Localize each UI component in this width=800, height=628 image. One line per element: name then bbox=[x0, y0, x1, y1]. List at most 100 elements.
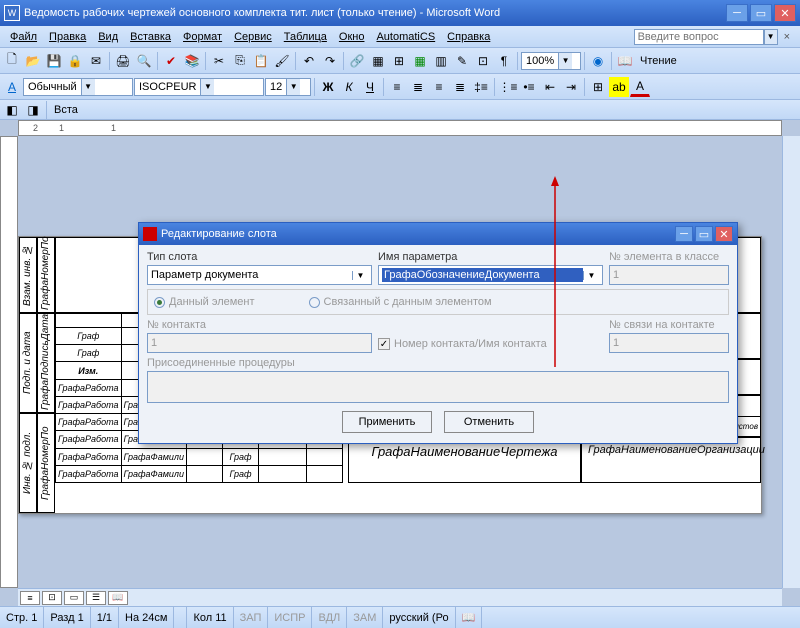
undo-icon[interactable]: ↶ bbox=[299, 51, 319, 71]
bullets-icon[interactable]: •≡ bbox=[519, 77, 539, 97]
dialog-maximize-button[interactable]: ▭ bbox=[695, 226, 713, 242]
highlight-icon[interactable]: ab bbox=[609, 77, 629, 97]
justify-icon[interactable]: ≣ bbox=[450, 77, 470, 97]
menu-file[interactable]: Файл bbox=[4, 29, 43, 45]
menu-tools[interactable]: Сервис bbox=[228, 29, 278, 45]
menu-view[interactable]: Вид bbox=[92, 29, 124, 45]
dialog-titlebar[interactable]: Редактирование слота ─ ▭ ✕ bbox=[139, 223, 737, 245]
decrease-indent-icon[interactable]: ⇤ bbox=[540, 77, 560, 97]
research-icon[interactable]: 📚 bbox=[182, 51, 202, 71]
vertical-ruler[interactable] bbox=[0, 136, 18, 588]
horizontal-ruler[interactable]: 2 1 1 bbox=[18, 120, 782, 136]
font-combo[interactable]: ISOCPEUR▼ bbox=[134, 78, 264, 96]
side-label: Инв. № подл. bbox=[19, 413, 37, 513]
tables-borders-icon[interactable]: ▦ bbox=[368, 51, 388, 71]
columns-icon[interactable]: ▥ bbox=[431, 51, 451, 71]
align-right-icon[interactable]: ≡ bbox=[429, 77, 449, 97]
doc-map-icon[interactable]: ⊡ bbox=[473, 51, 493, 71]
menu-table[interactable]: Таблица bbox=[278, 29, 333, 45]
menu-edit[interactable]: Правка bbox=[43, 29, 92, 45]
permission-icon[interactable]: 🔒 bbox=[65, 51, 85, 71]
dialog-close-button[interactable]: ✕ bbox=[715, 226, 733, 242]
open-icon[interactable]: 📂 bbox=[23, 51, 43, 71]
redo-icon[interactable]: ↷ bbox=[320, 51, 340, 71]
increase-indent-icon[interactable]: ⇥ bbox=[561, 77, 581, 97]
cut-icon[interactable]: ✂ bbox=[209, 51, 229, 71]
custom-icon-2[interactable]: ◨ bbox=[23, 100, 43, 120]
vertical-scrollbar[interactable] bbox=[782, 136, 800, 588]
print-icon[interactable]: 🖨 bbox=[113, 51, 133, 71]
format-painter-icon[interactable]: 🖌 bbox=[272, 51, 292, 71]
param-name-select[interactable]: ГрафаОбозначениеДокумента▼ bbox=[378, 265, 603, 285]
status-rec[interactable]: ЗАП bbox=[234, 607, 269, 628]
new-doc-icon[interactable]: 🗋 bbox=[2, 51, 22, 71]
style-combo[interactable]: Обычный▼ bbox=[23, 78, 133, 96]
status-trk[interactable]: ИСПР bbox=[268, 607, 312, 628]
menu-help[interactable]: Справка bbox=[441, 29, 496, 45]
align-left-icon[interactable]: ≡ bbox=[387, 77, 407, 97]
contact-name-checkbox: ✓ bbox=[378, 338, 390, 350]
cancel-button[interactable]: Отменить bbox=[444, 411, 534, 433]
spelling-icon[interactable]: ✔ bbox=[161, 51, 181, 71]
slot-type-select[interactable]: Параметр документа▼ bbox=[147, 265, 372, 285]
custom-icon-1[interactable]: ◧ bbox=[2, 100, 22, 120]
procedures-label: Присоединенные процедуры bbox=[147, 357, 729, 369]
bold-icon[interactable]: Ж bbox=[318, 77, 338, 97]
horizontal-scrollbar[interactable]: ≡ ⊡ ▭ ☰ 📖 bbox=[18, 588, 782, 606]
italic-icon[interactable]: К bbox=[339, 77, 359, 97]
close-button[interactable]: ✕ bbox=[774, 4, 796, 22]
class-elem-label: № элемента в классе bbox=[609, 251, 729, 263]
minimize-button[interactable]: ─ bbox=[726, 4, 748, 22]
status-spellcheck-icon[interactable]: 📖 bbox=[456, 607, 483, 628]
font-color-icon[interactable]: A bbox=[630, 77, 650, 97]
underline-icon[interactable]: Ч bbox=[360, 77, 380, 97]
copy-icon[interactable]: ⎘ bbox=[230, 51, 250, 71]
menubar: Файл Правка Вид Вставка Формат Сервис Та… bbox=[0, 26, 800, 48]
insert-table-icon[interactable]: ⊞ bbox=[389, 51, 409, 71]
menu-insert[interactable]: Вставка bbox=[124, 29, 177, 45]
help-question-input[interactable] bbox=[634, 29, 764, 45]
hyperlink-icon[interactable]: 🔗 bbox=[347, 51, 367, 71]
status-at: На 24см bbox=[119, 607, 174, 628]
apply-button[interactable]: Применить bbox=[342, 411, 432, 433]
contact-name-label: Номер контакта/Имя контакта bbox=[394, 338, 547, 350]
view-web-icon[interactable]: ⊡ bbox=[42, 591, 62, 605]
view-print-icon[interactable]: ▭ bbox=[64, 591, 84, 605]
reading-layout-icon[interactable]: 📖 bbox=[615, 51, 635, 71]
numbering-icon[interactable]: ⋮≡ bbox=[498, 77, 518, 97]
save-icon[interactable]: 💾 bbox=[44, 51, 64, 71]
align-center-icon[interactable]: ≣ bbox=[408, 77, 428, 97]
maximize-button[interactable]: ▭ bbox=[750, 4, 772, 22]
preview-icon[interactable]: 🔍 bbox=[134, 51, 154, 71]
view-reading-icon[interactable]: 📖 bbox=[108, 591, 128, 605]
status-line bbox=[174, 607, 187, 628]
help-icon[interactable]: ◉ bbox=[588, 51, 608, 71]
contact-no-input: 1 bbox=[147, 333, 372, 353]
drawing-icon[interactable]: ✎ bbox=[452, 51, 472, 71]
zoom-combo[interactable]: 100%▼ bbox=[521, 52, 581, 70]
menu-automatics[interactable]: AutomatiCS bbox=[370, 29, 441, 45]
status-ovr[interactable]: ЗАМ bbox=[347, 607, 383, 628]
view-normal-icon[interactable]: ≡ bbox=[20, 591, 40, 605]
window-title: Ведомость рабочих чертежей основного ком… bbox=[24, 7, 726, 19]
show-hide-icon[interactable]: ¶ bbox=[494, 51, 514, 71]
standard-toolbar: 🗋 📂 💾 🔒 ✉ 🖨 🔍 ✔ 📚 ✂ ⎘ 📋 🖌 ↶ ↷ 🔗 ▦ ⊞ ▦ ▥ … bbox=[0, 48, 800, 74]
status-ext[interactable]: ВДЛ bbox=[312, 607, 347, 628]
reading-layout-button[interactable]: Чтение bbox=[636, 55, 681, 67]
menu-window[interactable]: Окно bbox=[333, 29, 371, 45]
view-outline-icon[interactable]: ☰ bbox=[86, 591, 106, 605]
paste-icon[interactable]: 📋 bbox=[251, 51, 271, 71]
styles-pane-icon[interactable]: A bbox=[2, 77, 22, 97]
excel-icon[interactable]: ▦ bbox=[410, 51, 430, 71]
mail-icon[interactable]: ✉ bbox=[86, 51, 106, 71]
help-question-dropdown[interactable]: ▼ bbox=[764, 29, 778, 45]
borders-icon[interactable]: ⊞ bbox=[588, 77, 608, 97]
line-spacing-icon[interactable]: ‡≡ bbox=[471, 77, 491, 97]
class-elem-input: 1 bbox=[609, 265, 729, 285]
font-size-combo[interactable]: 12▼ bbox=[265, 78, 311, 96]
dialog-minimize-button[interactable]: ─ bbox=[675, 226, 693, 242]
link-no-input: 1 bbox=[609, 333, 729, 353]
status-lang[interactable]: русский (Ро bbox=[383, 607, 455, 628]
menu-format[interactable]: Формат bbox=[177, 29, 228, 45]
menubar-close-x[interactable]: × bbox=[778, 31, 796, 43]
